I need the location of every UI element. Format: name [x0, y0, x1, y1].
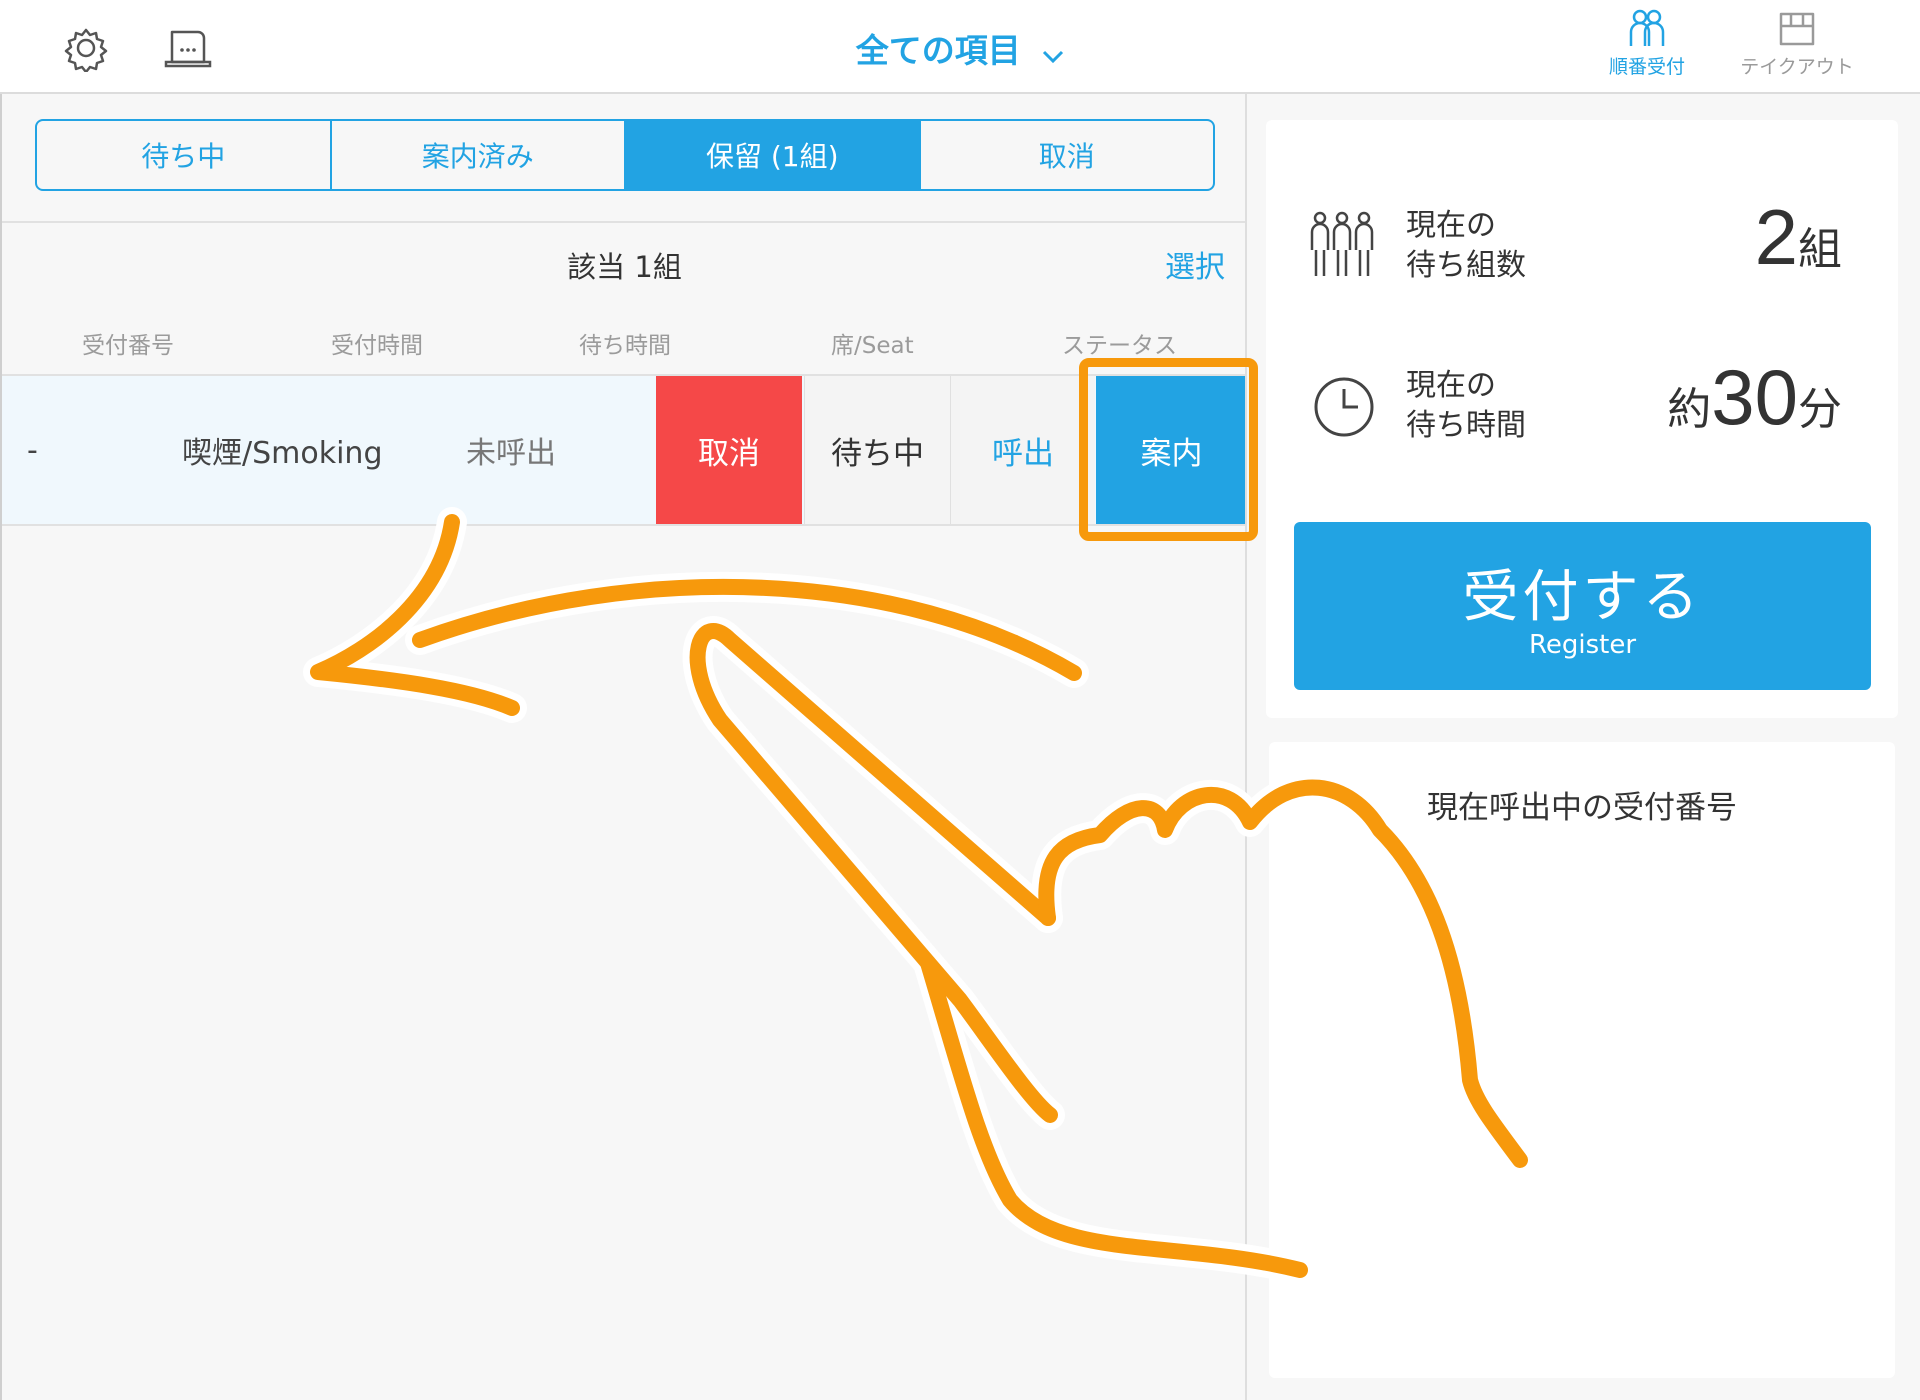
people-icon: [1629, 9, 1665, 46]
queue-list-pane: 待ち中 案内済み 保留 (1組) 取消 該当 1組 選択 受付番号 受付時間 待…: [0, 94, 1247, 1400]
nav-takeout-label: テイクアウト: [1740, 56, 1854, 78]
column-header-reception-time: 受付時間: [331, 333, 423, 359]
pane-divider: [1245, 94, 1247, 1400]
waiting-groups-number: 2: [1754, 193, 1798, 281]
column-header-status: ステータス: [1062, 333, 1177, 359]
nav-takeout-button[interactable]: テイクアウト: [1727, 8, 1867, 79]
swipe-waiting-button[interactable]: 待ち中: [804, 376, 950, 524]
result-count: 該当 1組: [567, 250, 682, 284]
wait-time-prefix: 約: [1667, 384, 1712, 435]
highlight-box: [1079, 358, 1258, 541]
divider: [2, 524, 1247, 526]
chevron-down-icon: [1042, 33, 1064, 72]
wait-time-value: 約30分: [1667, 352, 1842, 443]
column-header-seat: 席/Seat: [831, 333, 914, 359]
top-bar: 全ての項目 順番受付 テイクアウト: [0, 0, 1920, 94]
column-header-number: 受付番号: [82, 333, 174, 359]
waiting-groups-label-line1: 現在の: [1406, 208, 1496, 243]
page-title: 全ての項目: [855, 31, 1021, 70]
row-number: -: [27, 432, 38, 468]
divider: [2, 221, 1247, 223]
nav-queue-button[interactable]: 順番受付: [1577, 8, 1717, 79]
tab-cancelled[interactable]: 取消: [921, 121, 1214, 189]
waiting-groups-label: 現在の 待ち組数: [1406, 206, 1526, 286]
register-sublabel: Register: [1528, 630, 1637, 660]
calling-numbers-title: 現在呼出中の受付番号: [1427, 790, 1737, 826]
column-header-wait-time: 待ち時間: [579, 333, 671, 359]
waiting-groups-unit: 組: [1798, 224, 1842, 275]
wait-time-unit: 分: [1798, 384, 1842, 435]
select-button[interactable]: 選択: [1165, 242, 1225, 286]
calling-numbers-card: 現在呼出中の受付番号: [1269, 742, 1895, 1378]
swipe-cancel-button[interactable]: 取消: [656, 376, 802, 524]
wait-time-label: 現在の 待ち時間: [1406, 366, 1526, 446]
status-tabs: 待ち中 案内済み 保留 (1組) 取消: [35, 119, 1215, 191]
waiting-groups-label-line2: 待ち組数: [1406, 248, 1526, 283]
waiting-groups-icon: [1308, 210, 1376, 286]
wait-time-label-line2: 待ち時間: [1406, 408, 1526, 443]
register-button[interactable]: 受付する Register: [1294, 522, 1871, 690]
register-label: 受付する: [1462, 565, 1703, 630]
clock-icon: [1312, 375, 1376, 443]
wait-time-number: 30: [1711, 353, 1798, 441]
stats-card: 現在の 待ち組数 2組 現在の 待ち時間 約30分 受付する Register: [1266, 120, 1898, 718]
row-status: 未呼出: [466, 436, 556, 471]
tab-guided[interactable]: 案内済み: [332, 121, 626, 189]
waiting-groups-value: 2組: [1755, 192, 1842, 283]
nav-queue-label: 順番受付: [1608, 56, 1685, 78]
wait-time-label-line1: 現在の: [1406, 368, 1496, 403]
swipe-call-button[interactable]: 呼出: [950, 376, 1095, 524]
row-seat: 喫煙/Smoking: [182, 436, 383, 471]
takeout-box-icon: [1779, 12, 1815, 46]
tab-on-hold[interactable]: 保留 (1組): [626, 121, 921, 189]
tab-waiting[interactable]: 待ち中: [37, 121, 332, 189]
